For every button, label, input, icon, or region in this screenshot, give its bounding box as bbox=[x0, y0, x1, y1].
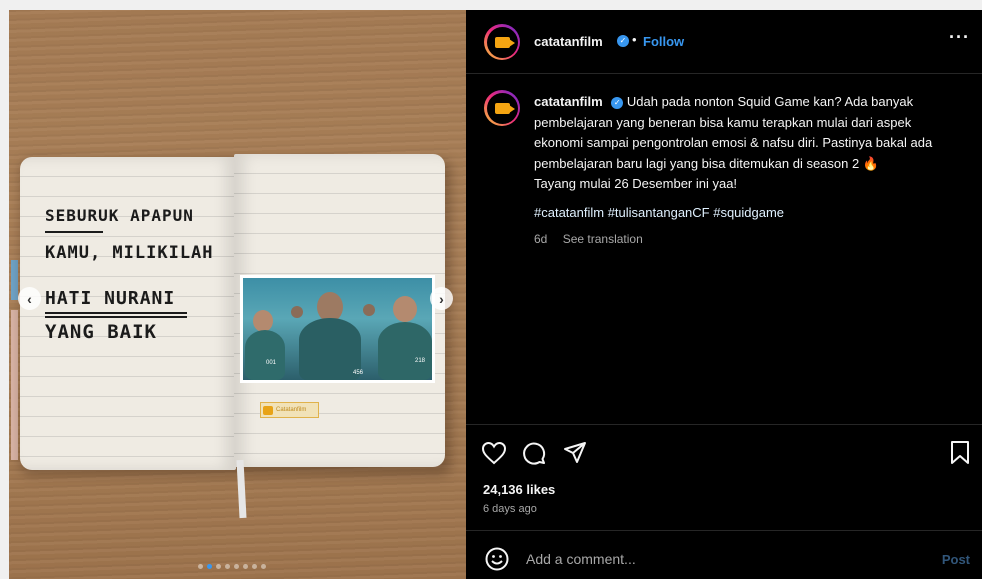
post-header: catatanfilm ✓ • Follow ··· bbox=[466, 10, 982, 74]
carousel-dot bbox=[198, 564, 203, 569]
carousel-dot bbox=[207, 564, 212, 569]
divider bbox=[466, 424, 982, 425]
photo-scene: 001 456 218 bbox=[243, 278, 432, 380]
person-head bbox=[393, 296, 417, 322]
handwriting-line: SEBURUK APAPUN bbox=[45, 206, 194, 225]
username-link[interactable]: catatanfilm bbox=[534, 34, 603, 49]
caption-text-2: Tayang mulai 26 Desember ini yaa! bbox=[534, 176, 738, 191]
catatanfilm-stamp: Catatanfilm bbox=[260, 402, 319, 418]
comment-input[interactable] bbox=[526, 551, 906, 567]
notebook-tab bbox=[11, 260, 18, 300]
underline bbox=[45, 316, 187, 318]
chevron-right-icon: › bbox=[439, 290, 444, 307]
caption-avatar[interactable] bbox=[484, 90, 520, 126]
post-comment-button[interactable]: Post bbox=[942, 552, 970, 567]
hashtags[interactable]: #catatanfilm #tulisantanganCF #squidgame bbox=[534, 205, 784, 220]
emoji-icon bbox=[485, 547, 509, 571]
post-side-panel: catatanfilm ✓ • Follow ··· catatanfilm ✓… bbox=[466, 10, 982, 579]
notebook-tab bbox=[11, 310, 18, 460]
comment-icon bbox=[523, 442, 546, 465]
carousel-dot bbox=[252, 564, 257, 569]
verified-icon: ✓ bbox=[611, 96, 624, 109]
person-head bbox=[253, 310, 273, 332]
catatanfilm-logo-icon bbox=[494, 102, 515, 114]
heart-icon bbox=[481, 441, 507, 465]
carousel-dot bbox=[234, 564, 239, 569]
post-media: SEBURUK APAPUN KAMU, MILIKILAH HATI NURA… bbox=[9, 10, 466, 579]
next-button[interactable]: › bbox=[430, 287, 453, 310]
follow-button[interactable]: Follow bbox=[643, 34, 684, 49]
caption-meta: 6d See translation bbox=[534, 232, 655, 246]
catatanfilm-logo-icon bbox=[263, 405, 273, 415]
handwriting-line: KAMU, MILIKILAH bbox=[45, 243, 214, 263]
separator: • bbox=[632, 32, 637, 47]
post-dialog: SEBURUK APAPUN KAMU, MILIKILAH HATI NURA… bbox=[9, 10, 982, 579]
avatar-ring bbox=[486, 26, 518, 58]
person bbox=[245, 330, 285, 380]
avatar[interactable] bbox=[484, 24, 520, 60]
post-date: 6 days ago bbox=[483, 503, 537, 515]
likes-count[interactable]: 24,136 likes bbox=[483, 482, 555, 497]
underline bbox=[45, 231, 103, 233]
underline bbox=[45, 312, 187, 314]
handwriting-line: HATI NURANI bbox=[45, 288, 176, 309]
like-button[interactable] bbox=[480, 439, 508, 467]
carousel-dot bbox=[216, 564, 221, 569]
catatanfilm-logo-icon bbox=[494, 36, 515, 48]
share-button[interactable] bbox=[561, 439, 589, 467]
carousel-dot bbox=[243, 564, 248, 569]
previous-button[interactable]: ‹ bbox=[18, 287, 41, 310]
person bbox=[378, 322, 432, 380]
squid-game-photo: 001 456 218 bbox=[240, 275, 435, 383]
verified-icon: ✓ bbox=[617, 35, 629, 47]
avatar-ring bbox=[486, 92, 518, 124]
number-tag: 001 bbox=[266, 360, 277, 366]
person-head bbox=[291, 306, 303, 318]
chevron-left-icon: ‹ bbox=[27, 290, 32, 307]
comment-button[interactable] bbox=[520, 439, 548, 467]
person bbox=[299, 318, 361, 380]
share-icon bbox=[564, 442, 586, 463]
caption-username-link[interactable]: catatanfilm bbox=[534, 94, 603, 109]
number-tag: 456 bbox=[353, 370, 364, 376]
stamp-text: Catatanfilm bbox=[276, 407, 307, 413]
more-options-button[interactable]: ··· bbox=[949, 27, 970, 48]
bookmark-icon bbox=[951, 441, 969, 464]
number-tag: 218 bbox=[415, 358, 426, 364]
carousel-dot bbox=[261, 564, 266, 569]
post-caption: catatanfilm ✓ Udah pada nonton Squid Gam… bbox=[534, 92, 959, 195]
handwriting-line: YANG BAIK bbox=[45, 321, 157, 343]
see-translation-link[interactable]: See translation bbox=[563, 232, 643, 246]
emoji-button[interactable] bbox=[484, 546, 510, 572]
person-head bbox=[363, 304, 375, 316]
fire-emoji: 🔥 bbox=[862, 155, 880, 171]
carousel-dot bbox=[225, 564, 230, 569]
carousel-indicator bbox=[198, 564, 266, 569]
post-age: 6d bbox=[534, 232, 548, 246]
divider bbox=[466, 530, 982, 531]
save-button[interactable] bbox=[946, 439, 974, 467]
